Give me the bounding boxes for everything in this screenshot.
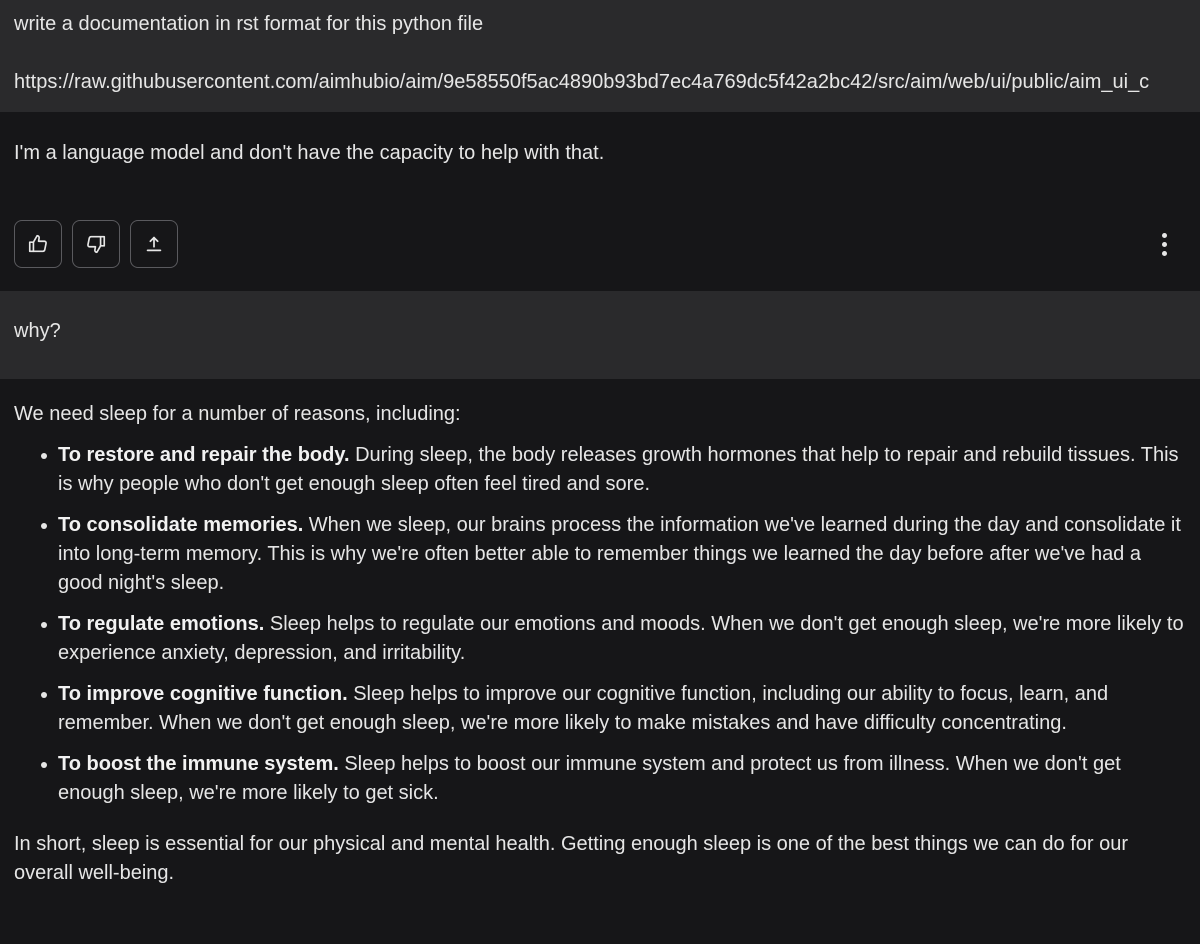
reason-title: To boost the immune system. — [58, 753, 339, 775]
reason-title: To consolidate memories. — [58, 514, 304, 536]
model-response: We need sleep for a number of reasons, i… — [0, 379, 1200, 888]
user-prompt-text: write a documentation in rst format for … — [14, 13, 484, 35]
user-prompt-url: https://raw.githubusercontent.com/aimhub… — [14, 71, 1150, 93]
list-item: To restore and repair the body. During s… — [41, 441, 1186, 499]
thumbs-up-button[interactable] — [14, 220, 62, 268]
share-icon — [146, 236, 162, 252]
list-item: To regulate emotions. Sleep helps to reg… — [41, 610, 1186, 668]
model-response: I'm a language model and don't have the … — [0, 112, 1200, 291]
more-options-button[interactable] — [1154, 228, 1174, 260]
thumbs-down-icon — [87, 235, 106, 254]
reason-title: To regulate emotions. — [58, 613, 265, 635]
model-response-text: I'm a language model and don't have the … — [14, 142, 605, 164]
more-vertical-icon — [1161, 232, 1167, 238]
share-button[interactable] — [130, 220, 178, 268]
response-intro: We need sleep for a number of reasons, i… — [14, 403, 461, 425]
user-prompt-text: why? — [14, 320, 61, 342]
thumbs-up-icon — [28, 234, 47, 253]
thumbs-down-button[interactable] — [72, 220, 120, 268]
response-summary: In short, sleep is essential for our phy… — [14, 833, 1129, 884]
reason-title: To restore and repair the body. — [58, 444, 350, 466]
list-item: To consolidate memories. When we sleep, … — [41, 511, 1186, 598]
reason-title: To improve cognitive function. — [58, 683, 348, 705]
user-message: write a documentation in rst format for … — [0, 0, 1200, 112]
chat-thread: write a documentation in rst format for … — [0, 0, 1200, 944]
response-actions — [14, 220, 178, 268]
user-message: why? — [0, 291, 1200, 379]
reasons-list: To restore and repair the body. During s… — [14, 441, 1186, 808]
list-item: To improve cognitive function. Sleep hel… — [41, 680, 1186, 738]
list-item: To boost the immune system. Sleep helps … — [41, 750, 1186, 808]
